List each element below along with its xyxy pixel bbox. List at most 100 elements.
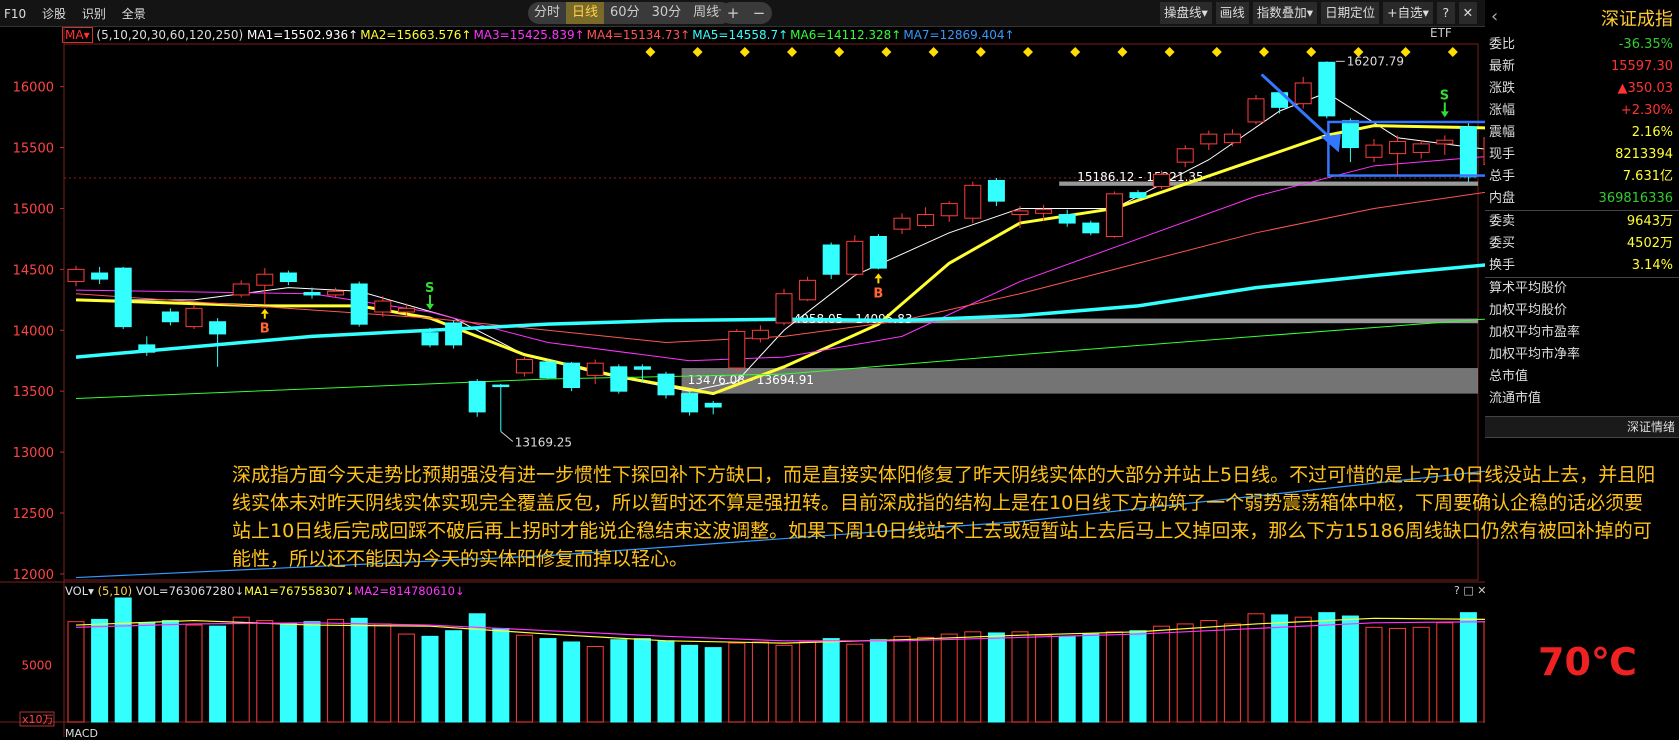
sell-arrow (426, 303, 434, 310)
metric-item[interactable]: 流通市值 (1485, 388, 1679, 410)
candle-body (303, 292, 321, 296)
volume-selector[interactable]: VOL▾ (65, 584, 94, 598)
candle-body (209, 321, 227, 335)
candle-body (1459, 126, 1477, 178)
quote-value: +2.30% (1620, 103, 1673, 118)
volume-bar (515, 634, 533, 723)
quote-value: 9643万 (1626, 214, 1673, 229)
candle-body (1365, 144, 1383, 158)
signal-diamond (975, 47, 986, 57)
volume-unit: x10万 (22, 713, 54, 726)
back-arrow-icon[interactable]: ‹ (1491, 6, 1498, 27)
volume-bar (681, 644, 699, 723)
quote-label: 内盘 (1489, 191, 1516, 206)
candle-body (657, 373, 675, 396)
sell-arrow (1440, 111, 1449, 118)
volume-bar (492, 627, 510, 723)
volume-bar (940, 633, 958, 723)
annotation-arrowhead (1320, 134, 1341, 153)
volume-bar (1176, 623, 1194, 723)
metric-item[interactable]: 加权平均市盈率 (1485, 322, 1679, 344)
volume-bar (1200, 620, 1218, 723)
quote-value: 7.631亿 (1622, 169, 1673, 184)
candle-body (1082, 222, 1100, 234)
candle-body (279, 272, 297, 283)
buy-arrow (874, 273, 883, 279)
candle-body (964, 184, 982, 219)
y-tick-label: 14000 (13, 324, 54, 339)
signal-diamond (739, 47, 750, 57)
quote-row: 最新 15597.30 (1485, 56, 1679, 78)
volume-bar (539, 638, 557, 723)
volume-bar (822, 638, 840, 723)
signal-diamond (787, 47, 797, 57)
volume-bar (1365, 626, 1383, 723)
quote-label: 最新 (1489, 59, 1516, 74)
quote-value: 15597.30 (1610, 59, 1673, 74)
metric-item[interactable]: 算术平均股价 (1485, 278, 1679, 300)
metric-item[interactable]: 加权平均市净率 (1485, 344, 1679, 366)
volume-bar (704, 647, 722, 723)
candle-body (1341, 120, 1359, 149)
quote-value: 3.14% (1631, 258, 1673, 273)
candle-body (445, 322, 463, 346)
tab-sentiment[interactable]: 深证情绪 (1485, 416, 1679, 438)
quote-row: 换手 3.14% (1485, 255, 1679, 277)
candle-body (1200, 133, 1218, 145)
volume-params: (5,10) (97, 584, 133, 598)
quote-row: 委买 4502万 (1485, 233, 1679, 255)
quote-value: 2.16% (1631, 125, 1673, 140)
quote-row: 总手 7.631亿 (1485, 166, 1679, 188)
candle-body (1011, 210, 1029, 216)
volume-bar (1436, 622, 1454, 723)
y-tick-label: 13500 (13, 385, 54, 400)
volume-bar (1082, 633, 1100, 723)
volume-bar (869, 639, 887, 723)
volume-bar (893, 635, 911, 723)
macd-label[interactable]: MACD (65, 727, 98, 740)
volume-bar (846, 643, 864, 723)
volume-bar (350, 617, 368, 723)
signal-diamond (645, 47, 656, 57)
candle-body (515, 359, 533, 374)
signal-diamond (928, 47, 939, 57)
volume-bar (327, 618, 345, 723)
quote-label: 现手 (1489, 147, 1516, 162)
ma-line (76, 92, 1485, 392)
metric-item[interactable]: 总市值 (1485, 366, 1679, 388)
label-leader (500, 431, 514, 442)
y-tick-label: 12500 (13, 507, 54, 522)
candle-body (728, 330, 746, 369)
signal-diamond (1211, 47, 1222, 57)
instrument-header: ‹ 深证成指 (1485, 0, 1679, 34)
buy-signal: B (873, 286, 883, 301)
quote-label: 换手 (1489, 258, 1516, 273)
volume-bar (1247, 613, 1265, 723)
quote-label: 委比 (1489, 37, 1516, 52)
kline-chart[interactable]: 16000 15500 15000 14500 14000 13500 13000 12500… (0, 0, 1485, 737)
volume-bar (1223, 623, 1241, 723)
candle-body (397, 307, 415, 313)
signal-diamond (1447, 47, 1458, 57)
quote-value: 369816336 (1598, 191, 1673, 206)
volume-bar (138, 622, 156, 723)
sell-signal: S (425, 281, 434, 296)
candle-body (91, 272, 109, 280)
metric-item[interactable]: 加权平均股价 (1485, 300, 1679, 322)
signal-diamond (692, 47, 703, 57)
volume-bar (445, 630, 463, 723)
volume-panel-buttons[interactable]: ? □ ✕ (1454, 584, 1486, 597)
candle-body (350, 283, 368, 325)
volume-bar (1058, 635, 1076, 723)
signal-diamond (1306, 47, 1317, 57)
candle-body (1223, 133, 1241, 144)
volume-bar (563, 641, 581, 723)
candle-body (822, 244, 840, 275)
volume-bar (917, 636, 935, 723)
candle-body (869, 235, 887, 269)
volume-bar (91, 618, 109, 723)
high-price-label: 16207.79 (1347, 54, 1404, 68)
volume-legend: VOL▾ (5,10) VOL=763067280↓MA1=767558307↓… (65, 584, 465, 598)
candle-body (775, 293, 793, 324)
quote-label: 震幅 (1489, 125, 1516, 140)
